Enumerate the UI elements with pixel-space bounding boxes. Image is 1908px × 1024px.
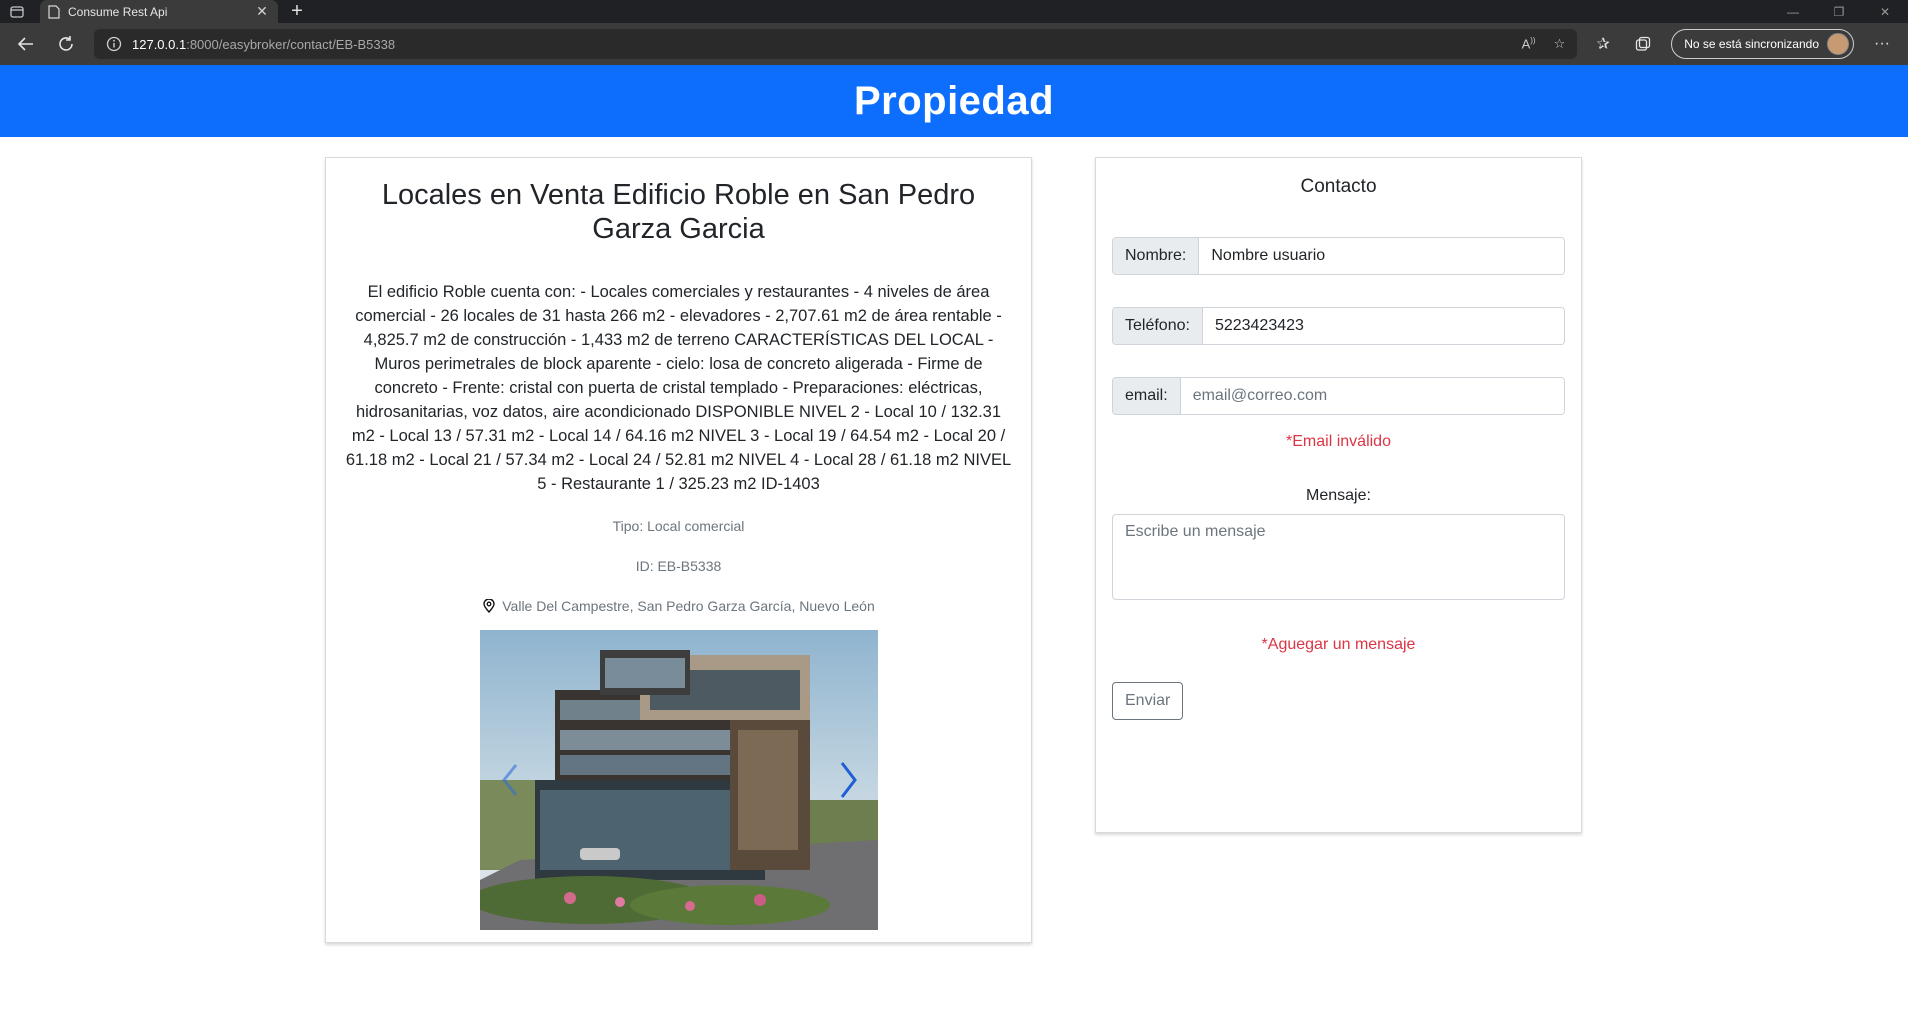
- avatar: [1827, 33, 1849, 55]
- nombre-input[interactable]: [1199, 238, 1564, 274]
- carousel-next-button[interactable]: [818, 630, 878, 930]
- collections-icon[interactable]: [1623, 28, 1663, 60]
- sync-status-button[interactable]: No se está sincronizando: [1671, 29, 1854, 59]
- email-group: email:: [1112, 377, 1565, 415]
- page-content: Locales en Venta Edificio Roble en San P…: [0, 137, 1908, 1024]
- mensaje-error: *Aguegar un mensaje: [1261, 636, 1416, 653]
- read-aloud-icon[interactable]: A)): [1522, 36, 1536, 52]
- property-type: Tipo: Local comercial: [612, 518, 745, 534]
- plus-icon[interactable]: +: [282, 0, 312, 23]
- page-header: Propiedad: [0, 65, 1908, 137]
- info-icon[interactable]: [106, 36, 122, 52]
- window-icon[interactable]: [0, 0, 34, 23]
- sync-label: No se está sincronizando: [1684, 37, 1819, 51]
- address-bar-icons: A)) ☆: [1522, 36, 1566, 52]
- property-location: Valle Del Campestre, San Pedro Garza Gar…: [344, 598, 1013, 614]
- nombre-label: Nombre:: [1113, 238, 1200, 274]
- mensaje-textarea[interactable]: [1112, 514, 1565, 600]
- email-input[interactable]: [1180, 378, 1564, 414]
- telefono-input[interactable]: [1202, 308, 1564, 344]
- property-id: ID: EB-B5338: [635, 558, 722, 574]
- contact-card: Contacto Nombre: Teléfono: email: *Email…: [1095, 157, 1582, 833]
- contact-title: Contacto: [1300, 176, 1377, 197]
- property-title: Locales en Venta Edificio Roble en San P…: [381, 179, 976, 245]
- mensaje-label: Mensaje:: [1306, 487, 1371, 504]
- page-icon: [48, 4, 60, 19]
- chevron-right-icon: [840, 762, 857, 798]
- tab-title: Consume Rest Api: [68, 4, 168, 19]
- browser-toolbar: 127.0.0.1:8000/easybroker/contact/EB-B53…: [0, 23, 1908, 65]
- send-button[interactable]: Enviar: [1112, 682, 1184, 720]
- email-error: *Email inválido: [1286, 433, 1391, 450]
- restore-button[interactable]: ❐: [1816, 0, 1862, 23]
- back-arrow-icon[interactable]: [6, 28, 46, 60]
- page-title: Propiedad: [853, 78, 1055, 123]
- location-text: Valle Del Campestre, San Pedro Garza Gar…: [502, 598, 875, 614]
- favorites-icon[interactable]: ✰: [1583, 28, 1623, 60]
- url-path: :8000/easybroker/contact/EB-B5338: [186, 36, 396, 52]
- reload-icon[interactable]: [46, 28, 86, 60]
- close-icon[interactable]: ✕: [254, 3, 270, 20]
- telefono-group: Teléfono:: [1112, 307, 1565, 345]
- url-host: 127.0.0.1: [132, 36, 187, 52]
- minimize-button[interactable]: —: [1770, 0, 1816, 23]
- location-pin-icon: [483, 599, 495, 613]
- close-window-button[interactable]: ✕: [1862, 0, 1908, 23]
- browser-tab[interactable]: Consume Rest Api ✕: [40, 0, 278, 23]
- carousel-prev-button[interactable]: [480, 630, 540, 930]
- property-description: El edificio Roble cuenta con: - Locales …: [345, 283, 1012, 493]
- property-image-carousel[interactable]: [479, 630, 878, 930]
- nombre-group: Nombre:: [1112, 237, 1565, 275]
- add-favorite-icon[interactable]: ☆: [1554, 36, 1566, 52]
- browser-tab-bar: Consume Rest Api ✕ + — ❐ ✕: [0, 0, 1908, 23]
- chevron-left-icon: [501, 764, 517, 796]
- property-card: Locales en Venta Edificio Roble en San P…: [325, 157, 1032, 943]
- address-bar[interactable]: 127.0.0.1:8000/easybroker/contact/EB-B53…: [94, 29, 1578, 59]
- more-icon[interactable]: ···: [1862, 28, 1902, 60]
- telefono-label: Teléfono:: [1113, 308, 1203, 344]
- email-label: email:: [1113, 378, 1181, 414]
- window-controls: — ❐ ✕: [1770, 0, 1908, 23]
